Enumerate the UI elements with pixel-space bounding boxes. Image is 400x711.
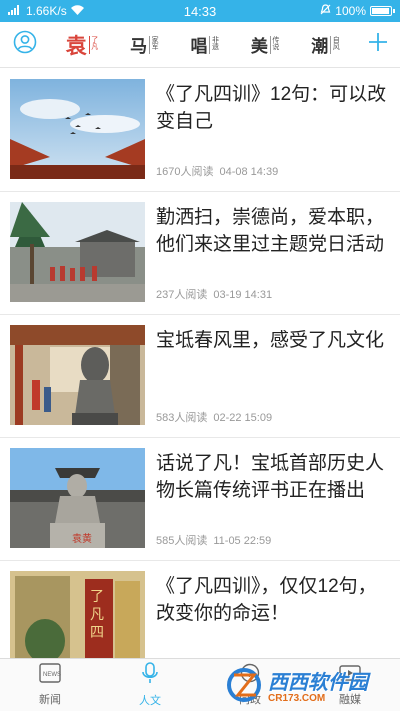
battery-percent: 100% — [335, 4, 366, 18]
publish-date: 03-19 14:31 — [213, 289, 273, 301]
news-item-body: 勤洒扫，崇德尚，爱本职，他们来这里过主题党日活动 237人阅读 03-19 14:… — [145, 202, 390, 302]
mute-icon — [320, 4, 331, 18]
publish-date: 04-08 14:39 — [219, 166, 279, 178]
tab-ma-char: 马 — [130, 37, 148, 57]
news-item-body: 《了凡四训》12句：可以改变自己 1670人阅读 04-08 14:39 — [145, 79, 390, 179]
svg-text:四: 四 — [90, 625, 104, 641]
news-meta: 237人阅读 03-19 14:31 — [156, 286, 272, 302]
channel-tabs: 袁 了凡 马 家军 唱 非遗 美 传说 潮 自风 — [50, 22, 356, 68]
plus-icon — [368, 32, 388, 57]
signal-icon — [8, 4, 22, 18]
news-item[interactable]: 勤洒扫，崇德尚，爱本职，他们来这里过主题党日活动 237人阅读 03-19 14:… — [0, 192, 400, 315]
tab-mei-sub: 传说 — [269, 35, 280, 54]
status-bar: 1.66K/s 14:33 100% — [0, 0, 400, 22]
tab-chang[interactable]: 唱 非遗 — [186, 22, 223, 68]
svg-text:?: ? — [247, 668, 253, 680]
svg-text:了: 了 — [90, 589, 104, 605]
news-item-body: 话说了凡！宝坻首部历史人物长篇传统评书正在播出 585人阅读 11-05 22:5… — [145, 448, 390, 548]
news-item[interactable]: 袁黄 话说了凡！宝坻首部历史人物长篇传统评书正在播出 585人阅读 11-05 2… — [0, 438, 400, 561]
news-meta: 583人阅读 02-22 15:09 — [156, 409, 272, 425]
read-count: 237人阅读 — [156, 289, 208, 301]
news-feed[interactable]: 《了凡四训》12句：可以改变自己 1670人阅读 04-08 14:39 勤洒扫，… — [0, 69, 400, 658]
news-item[interactable]: 宝坻春风里，感受了凡文化 583人阅读 02-22 15:09 — [0, 315, 400, 438]
tab-yuan-char: 袁 — [65, 32, 87, 58]
bottom-tab-news[interactable]: NEWS 新闻 — [0, 659, 100, 711]
news-thumbnail — [10, 79, 145, 179]
status-time: 14:33 — [183, 3, 217, 19]
bottom-tab-news-label: 新闻 — [39, 694, 61, 706]
status-left: 1.66K/s — [8, 4, 158, 18]
bottom-tab-bar: NEWS 新闻 人文 ? 问政 融媒 — [0, 658, 400, 711]
news-title: 《了凡四训》12句：可以改变自己 — [156, 84, 387, 132]
news-thumbnail — [10, 202, 145, 302]
news-title: 勤洒扫，崇德尚，爱本职，他们来这里过主题党日活动 — [156, 207, 385, 255]
news-thumbnail — [10, 325, 145, 425]
bottom-tab-media-label: 融媒 — [339, 694, 361, 706]
news-title: 《了凡四训》，仅仅12句，改变你的命运！ — [156, 576, 377, 624]
bottom-tab-politics[interactable]: ? 问政 — [200, 659, 300, 711]
bottom-tab-media[interactable]: 融媒 — [300, 659, 400, 711]
bottom-tab-culture[interactable]: 人文 — [100, 659, 200, 711]
tab-chao-sub: 自风 — [330, 35, 340, 54]
tab-yuan[interactable]: 袁 了凡 — [62, 22, 103, 68]
tab-yuan-sub: 了凡 — [88, 35, 99, 54]
media-icon — [339, 663, 361, 688]
bottom-tab-culture-label: 人文 — [139, 695, 161, 707]
tab-chang-char: 唱 — [190, 37, 208, 57]
wifi-icon — [70, 4, 84, 18]
svg-text:袁黄: 袁黄 — [72, 532, 92, 545]
tab-chao-char: 潮 — [311, 37, 329, 57]
news-item-body: 宝坻春风里，感受了凡文化 583人阅读 02-22 15:09 — [145, 325, 390, 425]
tab-ma[interactable]: 马 家军 — [126, 22, 163, 68]
read-count: 583人阅读 — [156, 412, 208, 424]
tab-chang-sub: 非遗 — [209, 35, 219, 54]
news-item[interactable]: 《了凡四训》12句：可以改变自己 1670人阅读 04-08 14:39 — [0, 69, 400, 192]
news-title: 宝坻春风里，感受了凡文化 — [156, 330, 385, 351]
user-icon — [13, 30, 37, 59]
news-meta: 585人阅读 11-05 22:59 — [156, 532, 271, 548]
news-meta: 1670人阅读 04-08 14:39 — [156, 163, 278, 179]
news-icon: NEWS — [39, 663, 61, 688]
svg-text:NEWS: NEWS — [43, 672, 61, 678]
read-count: 1670人阅读 — [156, 166, 214, 178]
svg-text:凡: 凡 — [90, 607, 104, 623]
add-channel-button[interactable] — [356, 22, 400, 68]
news-item-body: 《了凡四训》，仅仅12句，改变你的命运！ — [145, 571, 390, 658]
bottom-tab-politics-label: 问政 — [239, 694, 261, 706]
battery-icon — [370, 6, 395, 16]
question-icon: ? — [240, 663, 260, 688]
news-title: 话说了凡！宝坻首部历史人物长篇传统评书正在播出 — [156, 453, 385, 501]
read-count: 585人阅读 — [156, 535, 208, 547]
tab-ma-sub: 家军 — [149, 35, 159, 54]
microphone-icon — [140, 662, 160, 689]
status-right: 100% — [242, 4, 395, 18]
news-item[interactable]: 了 凡 四 《了凡四训》，仅仅12句，改变你的命运！ — [0, 561, 400, 658]
publish-date: 11-05 22:59 — [213, 535, 272, 547]
publish-date: 02-22 15:09 — [213, 412, 273, 424]
news-thumbnail: 了 凡 四 — [10, 571, 145, 658]
top-nav: 袁 了凡 马 家军 唱 非遗 美 传说 潮 自风 — [0, 22, 400, 68]
network-speed: 1.66K/s — [26, 4, 67, 18]
user-button[interactable] — [0, 22, 50, 68]
tab-chao[interactable]: 潮 自风 — [307, 22, 344, 68]
tab-mei[interactable]: 美 传说 — [247, 22, 284, 68]
tab-mei-char: 美 — [250, 37, 268, 57]
news-thumbnail: 袁黄 — [10, 448, 145, 548]
